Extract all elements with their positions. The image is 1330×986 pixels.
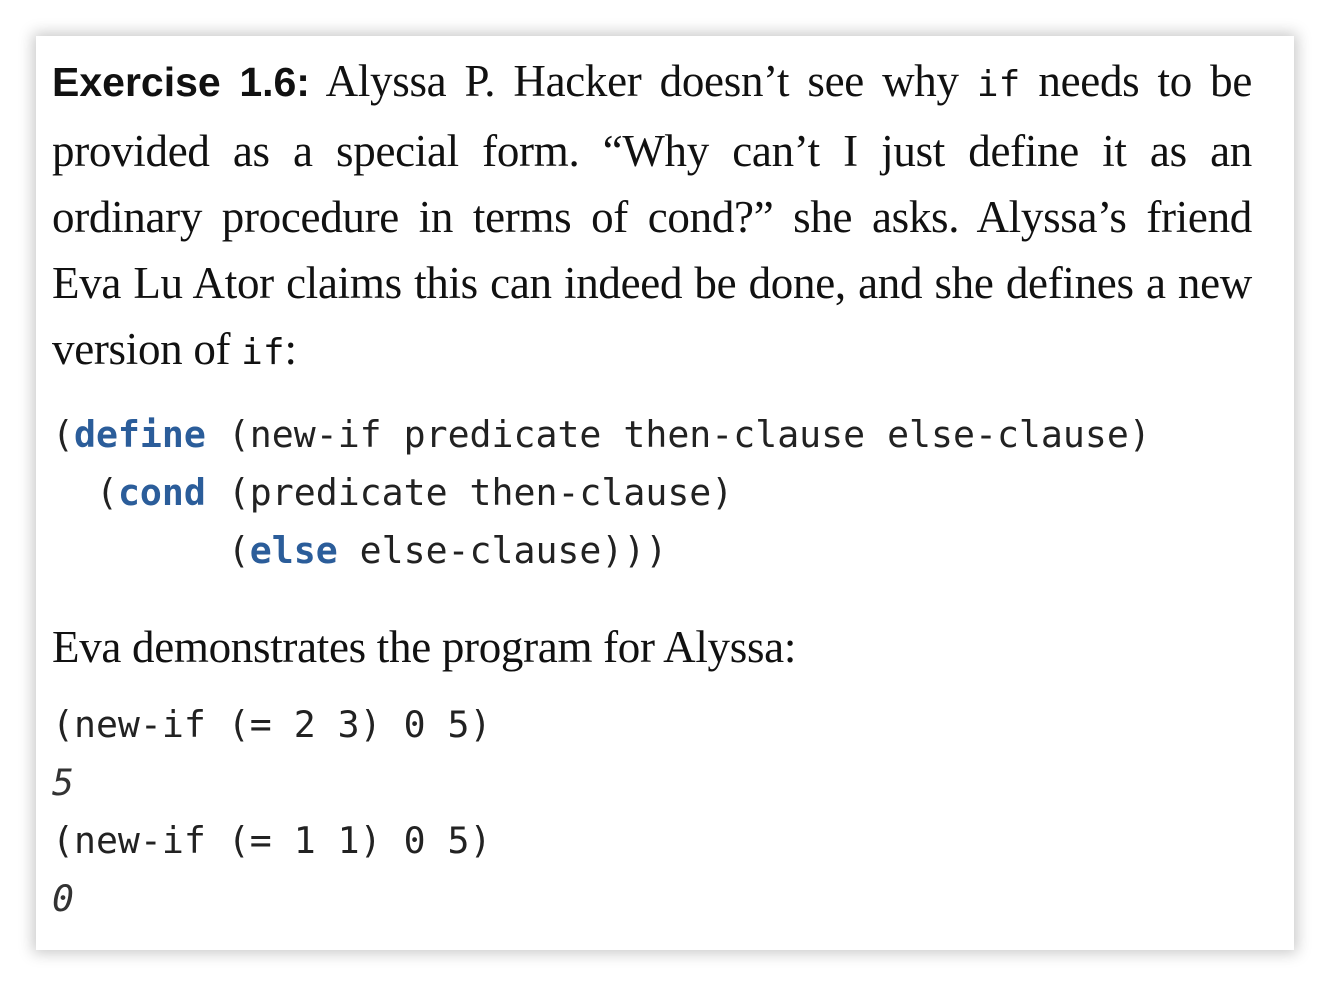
demo-call-2: (new-if (= 1 1) 0 5) xyxy=(52,819,492,862)
code-line-cond: (cond (predicate then-clause) xyxy=(52,464,1252,522)
document-content: Exercise 1.6: Alyssa P. Hacker doesn’t s… xyxy=(52,48,1252,928)
document-page: Exercise 1.6: Alyssa P. Hacker doesn’t s… xyxy=(36,36,1294,950)
demo-code-block: (new-if (= 2 3) 0 5) 5 (new-if (= 1 1) 0 5… xyxy=(52,696,1252,928)
keyword-else: else xyxy=(249,529,338,572)
code-line-2-rest: (predicate then-clause) xyxy=(205,471,734,514)
keyword-define: define xyxy=(73,413,206,456)
keyword-cond: cond xyxy=(117,471,206,514)
demo-call-1: (new-if (= 2 3) 0 5) xyxy=(52,703,492,746)
code-line-3-rest: else-clause))) xyxy=(337,529,668,572)
code-line-2-indent: ( xyxy=(52,471,118,514)
code-paren: ( xyxy=(52,413,74,456)
exercise-paragraph: Exercise 1.6: Alyssa P. Hacker doesn’t s… xyxy=(52,48,1252,386)
code-line-else: (else else-clause))) xyxy=(52,522,1252,580)
exercise-text-4: : xyxy=(284,324,298,374)
exercise-text-cond: cond xyxy=(647,192,735,242)
demo-result-2: 0 xyxy=(52,877,74,920)
code-line-3-indent: ( xyxy=(52,529,250,572)
code-line-define: (define (new-if predicate then-clause el… xyxy=(52,406,1252,464)
code-line-1-rest: (new-if predicate then-clause else-claus… xyxy=(205,413,1151,456)
inline-code-if-2: if xyxy=(241,332,285,373)
inline-code-if: if xyxy=(976,64,1021,105)
demo-result-1: 5 xyxy=(52,761,74,804)
demo-paragraph: Eva demonstrates the program for Alyssa: xyxy=(52,622,797,672)
new-if-definition-code: (define (new-if predicate then-clause el… xyxy=(52,406,1252,580)
exercise-label: Exercise 1.6: xyxy=(52,59,310,105)
exercise-text-1: Alyssa P. Hacker doesn’t see why xyxy=(309,56,977,106)
